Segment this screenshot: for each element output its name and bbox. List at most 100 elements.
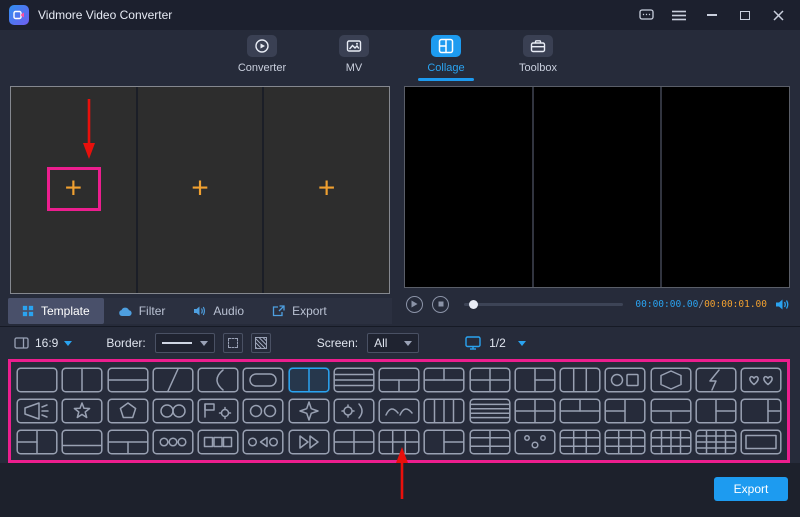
template-shape-h2bv[interactable]: [106, 429, 149, 455]
border-style-dropdown[interactable]: [154, 333, 215, 353]
tab-template[interactable]: Template: [8, 298, 104, 324]
template-shape-vrh[interactable]: [423, 429, 465, 455]
template-shape-oo[interactable]: [242, 398, 284, 424]
maximize-button[interactable]: [737, 7, 753, 23]
tab-collage[interactable]: Collage: [410, 35, 482, 81]
template-shape-rows4[interactable]: [468, 398, 511, 424]
seek-handle[interactable]: [469, 299, 478, 309]
window-title: Vidmore Video Converter: [38, 8, 173, 22]
add-media-plus[interactable]: +: [191, 172, 209, 206]
template-shape-h2bv[interactable]: [378, 367, 420, 393]
collage-slot-2[interactable]: +: [137, 87, 263, 293]
menu-icon[interactable]: [671, 7, 687, 23]
template-shape-ff[interactable]: [287, 429, 330, 455]
footer-bar: [0, 463, 800, 517]
template-shape-vlh[interactable]: [604, 398, 646, 424]
tab-label: Template: [41, 304, 90, 318]
template-shape-bigl[interactable]: [740, 398, 782, 424]
chevron-down-icon: [64, 340, 73, 346]
template-gallery: [8, 359, 790, 463]
template-shape-grid22[interactable]: [333, 429, 375, 455]
tab-mv[interactable]: MV: [318, 35, 390, 81]
mv-icon: [339, 35, 369, 57]
template-shape-circsq[interactable]: [604, 367, 646, 393]
template-shape-blank[interactable]: [16, 367, 58, 393]
template-shape-ooo[interactable]: [152, 429, 194, 455]
tab-audio[interactable]: Audio: [179, 298, 258, 324]
border-pattern-button[interactable]: [250, 333, 271, 353]
template-shape-v2[interactable]: [61, 367, 103, 393]
chevron-down-icon[interactable]: [517, 340, 526, 346]
template-shape-grid43[interactable]: [649, 429, 692, 455]
screen-dropdown[interactable]: All: [367, 333, 420, 353]
preview-panel-2: [533, 87, 661, 287]
aspect-ratio-icon: [14, 337, 29, 349]
tab-filter[interactable]: Filter: [104, 298, 180, 324]
close-button[interactable]: [770, 7, 786, 23]
template-shape-flaggear[interactable]: [197, 398, 239, 424]
template-shape-wide[interactable]: [740, 429, 782, 455]
time-total: 00:00:01.00: [704, 298, 767, 310]
template-shape-vrh[interactable]: [695, 398, 737, 424]
template-shape-pentagon[interactable]: [106, 398, 149, 424]
template-shape-grid22[interactable]: [468, 367, 511, 393]
tab-label: Converter: [237, 62, 287, 74]
template-shape-diag[interactable]: [152, 367, 194, 393]
seek-slider[interactable]: [464, 299, 624, 309]
minimize-button[interactable]: [704, 7, 720, 23]
template-shape-grid22[interactable]: [514, 398, 556, 424]
add-media-plus[interactable]: +: [65, 172, 83, 206]
monitor-icon: [465, 336, 481, 350]
template-shape-star[interactable]: [61, 398, 103, 424]
template-shape-vrh[interactable]: [514, 367, 556, 393]
volume-icon[interactable]: [775, 298, 790, 311]
collage-slot-3[interactable]: +: [264, 87, 390, 293]
template-shape-bolt[interactable]: [695, 367, 737, 393]
stop-button[interactable]: [432, 295, 449, 313]
template-shape-v2[interactable]: [287, 367, 330, 393]
template-shape-circles2[interactable]: [152, 398, 194, 424]
export-button[interactable]: Export: [714, 477, 788, 501]
template-shape-rounded[interactable]: [242, 367, 284, 393]
template-shape-grid23[interactable]: [378, 429, 420, 455]
template-shape-vlh[interactable]: [16, 429, 58, 455]
template-shape-curve[interactable]: [197, 367, 239, 393]
template-shape-geararc[interactable]: [333, 398, 375, 424]
screen-page-indicator: 1/2: [489, 336, 506, 350]
template-shape-h2bv[interactable]: [649, 398, 692, 424]
template-shape-hex[interactable]: [649, 367, 692, 393]
template-shape-swoosh[interactable]: [378, 398, 420, 424]
template-shape-grid33[interactable]: [559, 429, 601, 455]
template-shape-rows3[interactable]: [333, 367, 375, 393]
template-shape-h2[interactable]: [106, 367, 149, 393]
tab-label: Filter: [138, 304, 166, 318]
feedback-icon[interactable]: [638, 7, 654, 23]
tab-toolbox[interactable]: Toolbox: [502, 35, 574, 81]
tab-label: Audio: [213, 304, 245, 318]
template-shape-v4[interactable]: [423, 398, 465, 424]
preview-panel-3: [662, 87, 790, 287]
template-shape-dots[interactable]: [514, 429, 556, 455]
template-shape-spark[interactable]: [287, 398, 330, 424]
collage-icon: [431, 35, 461, 57]
tab-converter[interactable]: Converter: [226, 35, 298, 81]
aspect-ratio-selector[interactable]: 16:9: [14, 336, 73, 350]
template-shape-h2tv[interactable]: [423, 367, 465, 393]
template-shape-otrio[interactable]: [242, 429, 284, 455]
tab-label: MV: [345, 62, 363, 74]
tab-export[interactable]: Export: [258, 298, 341, 324]
template-shape-sq3[interactable]: [197, 429, 239, 455]
template-shape-h2tv[interactable]: [559, 398, 601, 424]
template-shape-hearts[interactable]: [740, 367, 782, 393]
template-shape-v3[interactable]: [559, 367, 601, 393]
tab-label: Toolbox: [519, 62, 557, 74]
add-media-plus[interactable]: +: [318, 172, 336, 206]
play-button[interactable]: [406, 295, 423, 313]
template-shape-grid32[interactable]: [468, 429, 511, 455]
template-shape-grid33[interactable]: [604, 429, 646, 455]
template-shape-h2b[interactable]: [61, 429, 103, 455]
collage-slot-1[interactable]: +: [11, 87, 136, 293]
template-shape-grid44[interactable]: [695, 429, 737, 455]
border-color-button[interactable]: [222, 333, 243, 353]
template-shape-horn[interactable]: [16, 398, 58, 424]
